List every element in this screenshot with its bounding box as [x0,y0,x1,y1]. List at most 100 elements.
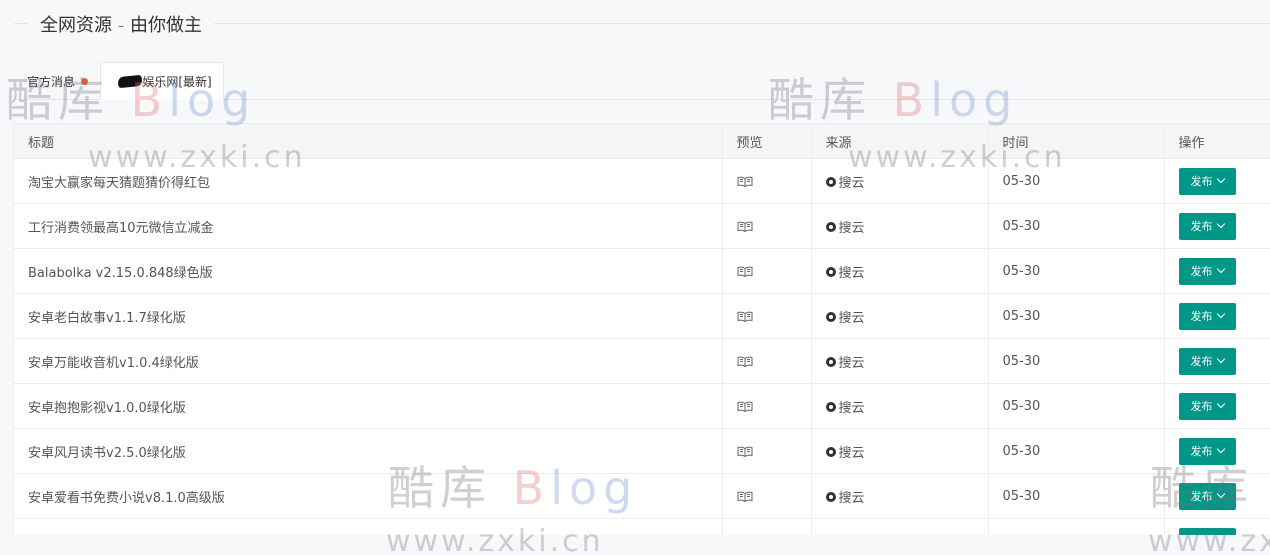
table-row: 安卓万能收音机v1.0.4绿化版 搜云 05-30 发布 [14,338,1270,384]
row-title[interactable]: 安卓万能收音机v1.0.4绿化版 [14,338,723,384]
publish-button[interactable]: 发布 [1178,482,1236,510]
row-title[interactable]: Balabolka v2.15.0.848绿色版 [14,248,723,294]
publish-label: 发布 [1190,220,1213,233]
time-cell: 05-30 [988,293,1165,339]
preview-cell[interactable] [722,203,812,249]
table-header-row: 标题 预览 来源 时间 操作 [14,123,1270,159]
tab-label: 娱乐网[最新] [142,74,212,89]
preview-cell[interactable] [722,248,812,294]
preview-cell[interactable] [722,293,812,339]
publish-button[interactable]: 发布 [1178,527,1236,535]
sou-yun-icon [825,492,836,502]
source-cell: 搜云 [811,338,989,384]
table-row: 发布 [14,518,1270,535]
column-header-source: 来源 [811,123,989,159]
sou-yun-icon [825,312,836,322]
table-row: 淘宝大赢家每天猜题猜价得红包 搜云 05-30 发布 [14,158,1270,204]
publish-button[interactable]: 发布 [1178,347,1236,375]
book-icon [737,401,752,412]
preview-cell[interactable] [722,338,812,384]
title-divider-right [214,23,1270,24]
preview-cell[interactable] [722,428,812,474]
publish-label: 发布 [1190,490,1213,503]
preview-cell[interactable] [722,518,812,535]
preview-cell[interactable] [722,473,812,519]
time-cell: 05-30 [988,473,1165,519]
chevron-down-icon [1216,399,1225,409]
row-title[interactable]: 安卓老白故事v1.1.7绿化版 [14,293,723,339]
book-icon [737,311,752,322]
book-icon [737,446,752,457]
tab-label: 官方消息 [27,74,76,89]
action-cell: 发布 [1164,473,1270,519]
source-cell: 搜云 [811,203,989,249]
publish-button[interactable]: 发布 [1178,392,1236,420]
resource-table: 标题 预览 来源 时间 操作 淘宝大赢家每天猜题猜价得红包 搜云 05-30 发布 工行… [14,123,1270,535]
redaction-mark [117,74,143,88]
chevron-down-icon [1216,489,1225,499]
sou-yun-icon [825,357,836,367]
table-row: 安卓风月读书v2.5.0绿化版 搜云 05-30 发布 [14,428,1270,474]
source-label: 搜云 [838,400,865,416]
row-title[interactable] [14,518,723,535]
preview-cell[interactable] [722,158,812,204]
publish-label: 发布 [1190,445,1213,458]
time-cell: 05-30 [988,338,1165,384]
preview-cell[interactable] [722,383,812,429]
chevron-down-icon [1216,309,1225,319]
source-label: 搜云 [838,490,865,506]
publish-label: 发布 [1190,310,1213,323]
column-header-preview: 预览 [722,123,812,159]
action-cell: 发布 [1164,428,1270,474]
book-icon [737,176,752,187]
publish-button[interactable]: 发布 [1178,302,1236,330]
row-title[interactable]: 安卓风月读书v2.5.0绿化版 [14,428,723,474]
publish-button[interactable]: 发布 [1178,437,1236,465]
resource-table-container: 标题 预览 来源 时间 操作 淘宝大赢家每天猜题猜价得红包 搜云 05-30 发布 工行… [13,123,1270,535]
source-label: 搜云 [838,265,865,281]
time-cell [988,518,1165,535]
source-label: 搜云 [838,445,865,461]
publish-label: 发布 [1190,400,1213,413]
chevron-down-icon [1216,444,1225,454]
chevron-down-icon [1216,219,1225,229]
source-cell: 搜云 [811,248,989,294]
source-label: 搜云 [838,175,865,191]
source-cell: 搜云 [811,158,989,204]
action-cell: 发布 [1164,203,1270,249]
time-cell: 05-30 [988,248,1165,294]
sou-yun-icon [825,177,836,187]
publish-button[interactable]: 发布 [1178,212,1236,240]
row-title[interactable]: 安卓爱看书免费小说v8.1.0高级版 [14,473,723,519]
chevron-down-icon [1216,264,1225,274]
publish-button[interactable]: 发布 [1178,167,1236,195]
publish-label: 发布 [1190,355,1213,368]
action-cell: 发布 [1164,383,1270,429]
sou-yun-icon [825,447,836,457]
source-cell [811,518,989,535]
tab-bar: 官方消息 娱乐网[最新] [14,62,1270,100]
sou-yun-icon [825,222,836,232]
table-row: 安卓爱看书免费小说v8.1.0高级版 搜云 05-30 发布 [14,473,1270,519]
action-cell: 发布 [1164,518,1270,535]
column-header-action: 操作 [1164,123,1270,159]
tab-entertainment[interactable]: 娱乐网[最新] [100,62,224,100]
publish-label: 发布 [1190,265,1213,278]
source-label: 搜云 [838,310,865,326]
row-title[interactable]: 淘宝大赢家每天猜题猜价得红包 [14,158,723,204]
tab-official-news[interactable]: 官方消息 [27,62,89,100]
title-divider-left [14,23,28,24]
time-cell: 05-30 [988,158,1165,204]
row-title[interactable]: 安卓抱抱影视v1.0.0绿化版 [14,383,723,429]
source-label: 搜云 [838,355,865,371]
book-icon [737,356,752,367]
column-header-time: 时间 [988,123,1165,159]
source-cell: 搜云 [811,293,989,339]
publish-button[interactable]: 发布 [1178,257,1236,285]
notification-dot [81,77,89,85]
row-title[interactable]: 工行消费领最高10元微信立减金 [14,203,723,249]
source-cell: 搜云 [811,473,989,519]
table-row: 安卓老白故事v1.1.7绿化版 搜云 05-30 发布 [14,293,1270,339]
time-cell: 05-30 [988,383,1165,429]
source-cell: 搜云 [811,383,989,429]
